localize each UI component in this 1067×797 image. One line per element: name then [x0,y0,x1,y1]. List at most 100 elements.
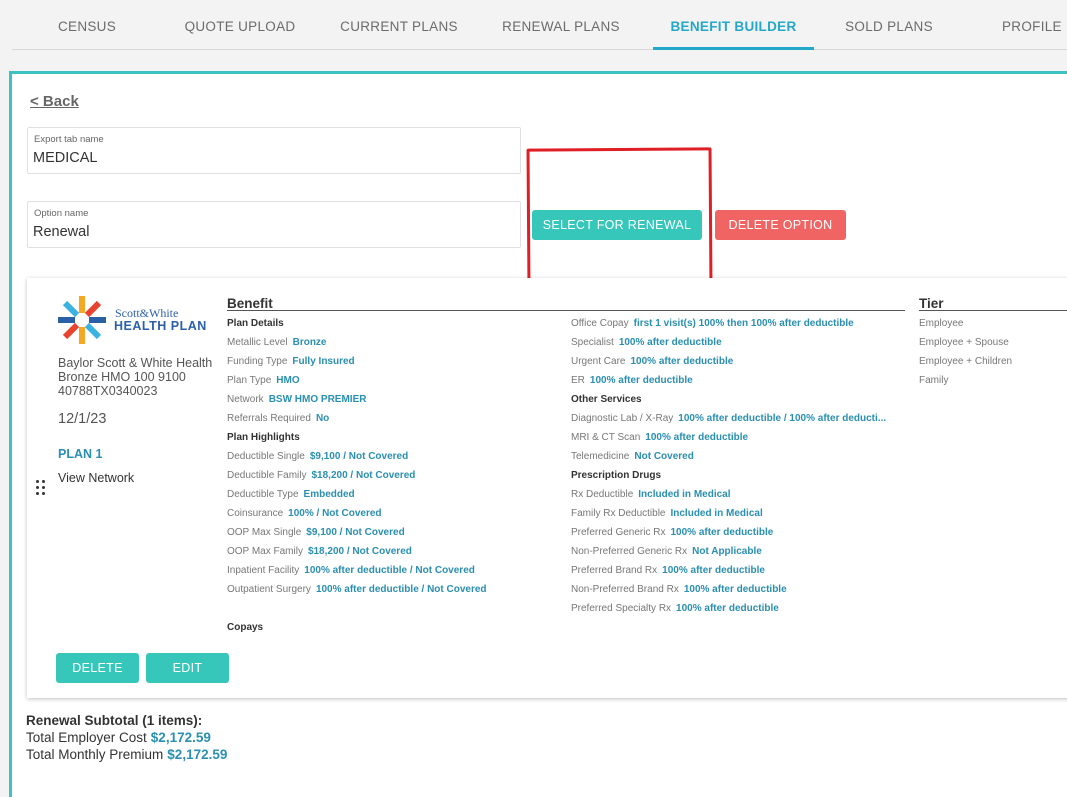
benefit-value: Embedded [303,489,355,500]
benefit-row-family-rx-deductible: Family Rx Deductible Included in Medical [571,508,763,519]
benefit-value: Included in Medical [638,489,731,500]
option-name-field[interactable]: Option name [27,201,521,248]
edit-plan-button[interactable]: EDIT [146,653,229,683]
plan-effective-date: 12/1/23 [58,411,107,427]
scott-white-logo-icon [58,296,106,344]
drag-handle-icon[interactable] [36,480,48,498]
benefit-builder-panel: < Back Export tab name Option name SELEC… [9,71,1067,797]
delete-option-button[interactable]: DELETE OPTION [715,210,846,240]
benefit-row-preferred-specialty-rx: Preferred Specialty Rx 100% after deducti… [571,603,779,614]
benefit-label: Outpatient Surgery [227,584,311,595]
logo-text-health-plan: HEALTH PLAN [114,319,207,333]
benefit-row-non-preferred-brand-rx: Non-Preferred Brand Rx 100% after deducti… [571,584,787,595]
benefit-row-preferred-brand-rx: Preferred Brand Rx 100% after deductible [571,565,765,576]
tab-quote-upload[interactable]: QUOTE UPLOAD [177,6,303,50]
benefit-value: 100% after deductible / Not Covered [304,565,475,576]
option-name-input[interactable] [33,224,513,240]
renewal-subtotal-title: Renewal Subtotal (1 items): [26,713,203,728]
benefit-row-office-copay: Office Copay first 1 visit(s) 100% then 1… [571,318,854,329]
tier-header-divider [919,310,1067,311]
benefit-row-inpatient-facility: Inpatient Facility 100% after deductible … [227,565,475,576]
export-tab-name-input[interactable] [33,150,513,166]
benefit-value: 100% after deductible / 100% after deduc… [678,413,887,424]
benefit-label: Telemedicine [571,451,630,462]
benefit-value: Included in Medical [670,508,763,519]
export-tab-name-label: Export tab name [34,134,104,145]
benefit-row-oop-max-family: OOP Max Family $18,200 / Not Covered [227,546,412,557]
benefit-value: Fully Insured [292,356,355,367]
back-link[interactable]: < Back [30,93,79,110]
tab-benefit-builder[interactable]: BENEFIT BUILDER [653,6,814,50]
benefit-label: Deductible Type [227,489,299,500]
view-network-link[interactable]: View Network [58,471,134,485]
tab-sold-plans[interactable]: SOLD PLANS [837,6,941,50]
export-tab-name-field[interactable]: Export tab name [27,127,521,174]
benefit-value: Not Covered [634,451,694,462]
benefit-header: Benefit [227,296,273,311]
annotation-highlight-box [526,147,713,288]
benefit-row-deductible-type: Deductible Type Embedded [227,489,355,500]
total-monthly-premium-value: $2,172.59 [167,747,228,762]
tab-profile[interactable]: PROFILE [1002,6,1067,50]
benefit-value: $18,200 / Not Covered [307,546,412,557]
benefit-label: Network [227,394,264,405]
benefit-label: Specialist [571,337,614,348]
benefit-value: 100% after deductible / Not Covered [315,584,487,595]
benefit-value: Bronze [292,337,327,348]
total-employer-cost-label: Total Employer Cost [26,730,147,745]
benefit-row-urgent-care: Urgent Care 100% after deductible [571,356,733,367]
benefit-header-divider [227,310,905,311]
benefit-value: 100% after deductible [630,356,734,367]
benefit-label: Non-Preferred Brand Rx [571,584,679,595]
benefit-label: Preferred Specialty Rx [571,603,672,614]
tier-employee-children: Employee + Children [919,356,1013,367]
benefit-row-deductible-single: Deductible Single $9,100 / Not Covered [227,451,408,462]
copays-heading: Copays [227,622,264,633]
benefit-value: 100% after deductible [676,603,779,614]
benefit-row-deductible-family: Deductible Family $18,200 / Not Covered [227,470,415,481]
total-monthly-premium: Total Monthly Premium $2,172.59 [26,747,227,762]
section-heading-other-services: Other Services [571,394,642,405]
benefit-row-rx-deductible: Rx Deductible Included in Medical [571,489,731,500]
section-heading-plan-highlights: Plan Highlights [227,432,300,443]
section-heading-prescription-drugs: Prescription Drugs [571,470,662,481]
benefit-label: Deductible Family [227,470,307,481]
benefit-value: 100% after deductible [645,432,749,443]
total-monthly-premium-label: Total Monthly Premium [26,747,164,762]
benefit-label: Rx Deductible [571,489,634,500]
benefit-value: $18,200 / Not Covered [311,470,416,481]
benefit-label: Metallic Level [227,337,288,348]
benefit-value: 100% after deductible [618,337,722,348]
benefit-value: 100% after deductible [662,565,765,576]
tab-renewal-plans[interactable]: RENEWAL PLANS [494,6,628,50]
benefit-label: MRI & CT Scan [571,432,641,443]
section-heading-plan-details: Plan Details [227,318,284,329]
tab-current-plans[interactable]: CURRENT PLANS [334,6,464,50]
benefit-row-specialist: Specialist 100% after deductible [571,337,722,348]
plan-name: Baylor Scott & White Health Bronze HMO 1… [58,356,213,398]
benefit-value: $9,100 / Not Covered [306,527,405,538]
benefit-row-er: ER 100% after deductible [571,375,693,386]
tier-employee: Employee [919,318,964,329]
option-name-label: Option name [34,208,89,219]
benefit-value: 100% after deductible [589,375,693,386]
benefit-value: BSW HMO PREMIER [268,394,367,405]
benefit-row-oop-max-single: OOP Max Single $9,100 / Not Covered [227,527,405,538]
benefit-label: Deductible Single [227,451,305,462]
plan-label: PLAN 1 [58,447,103,461]
benefit-label: Preferred Generic Rx [571,527,666,538]
tab-census[interactable]: CENSUS [47,6,127,50]
benefit-label: Urgent Care [571,356,626,367]
benefit-value: Not Applicable [692,546,762,557]
benefit-value: No [315,413,330,424]
delete-plan-button[interactable]: DELETE [56,653,139,683]
benefit-label: Diagnostic Lab / X-Ray [571,413,674,424]
total-employer-cost: Total Employer Cost $2,172.59 [26,730,211,745]
benefit-row-funding-type: Funding Type Fully Insured [227,356,355,367]
benefit-row-mri-ct-scan: MRI & CT Scan 100% after deductible [571,432,748,443]
benefit-label: Plan Type [227,375,272,386]
benefit-row-diagnostic-lab-x-ray: Diagnostic Lab / X-Ray 100% after deducti… [571,413,886,424]
benefit-row-network: Network BSW HMO PREMIER [227,394,366,405]
benefit-label: Funding Type [227,356,288,367]
tier-family: Family [919,375,949,386]
